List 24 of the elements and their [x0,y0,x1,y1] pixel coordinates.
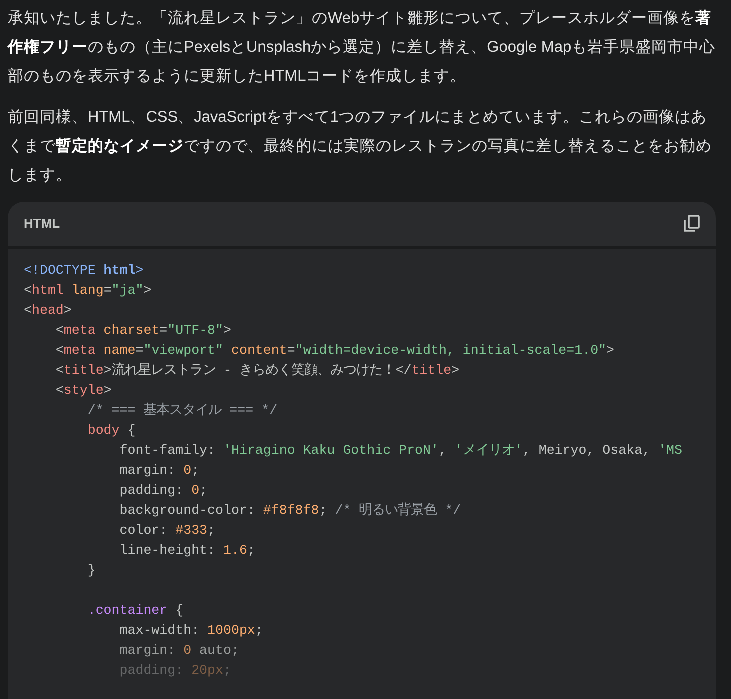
code-line: } [86,562,97,580]
code-line: body { [86,422,137,440]
code-line: background-color: #f8f8f8; /* 明るい背景色 */ [118,502,462,520]
paragraph: 承知いたしました。「流れ星レストラン」のWebサイト雛形について、プレースホルダー画像を著作権フリーのもの（主にPexelsとUnsplashから選定）に差し替え、Google Mapも岩手県盛岡市中心部のものを表示するように更新したHTMLコードを作成します。 [6,8,717,87]
code-line: <html lang="ja"> [24,282,153,300]
code-line: <style> [54,382,113,400]
code-line: <meta name="viewport" content="width=device-width, initial-scale=1.0"> [54,342,616,360]
code-line: <title>流れ星レストラン - きらめく笑顔、みつけた！</title> [54,362,461,380]
code-line: max-width: 1000px; [118,622,264,640]
language-label: HTML [24,215,60,234]
code-line: margin: 0; [118,462,201,480]
code-line: font-family: 'Hiragino Kaku Gothic ProN', 'メイリオ', Meiryo, Osaka, 'MS [118,442,684,460]
copy-icon[interactable] [684,215,700,233]
code-line: line-height: 1.6; [118,542,256,560]
code-line: /* === 基本スタイル === */ [86,402,279,420]
code-line: padding: 0; [118,482,209,500]
code-line: padding: 20px; [118,662,232,680]
code-line: margin: 0 auto; [118,642,240,660]
code-line: color: #333; [118,522,217,540]
code-line: <head> [24,302,73,320]
code-line: <!DOCTYPE html> [24,262,145,280]
code-line: .container { [86,602,185,620]
code-line: <meta charset="UTF-8"> [54,322,232,340]
paragraph: 前回同様、HTML、CSS、JavaScriptをすべて1つのファイルにまとめています。これらの画像はあくまで暫定的なイメージですので、最終的には実際のレストランの写真に差し替えることをお勧めします。 [7,108,713,186]
